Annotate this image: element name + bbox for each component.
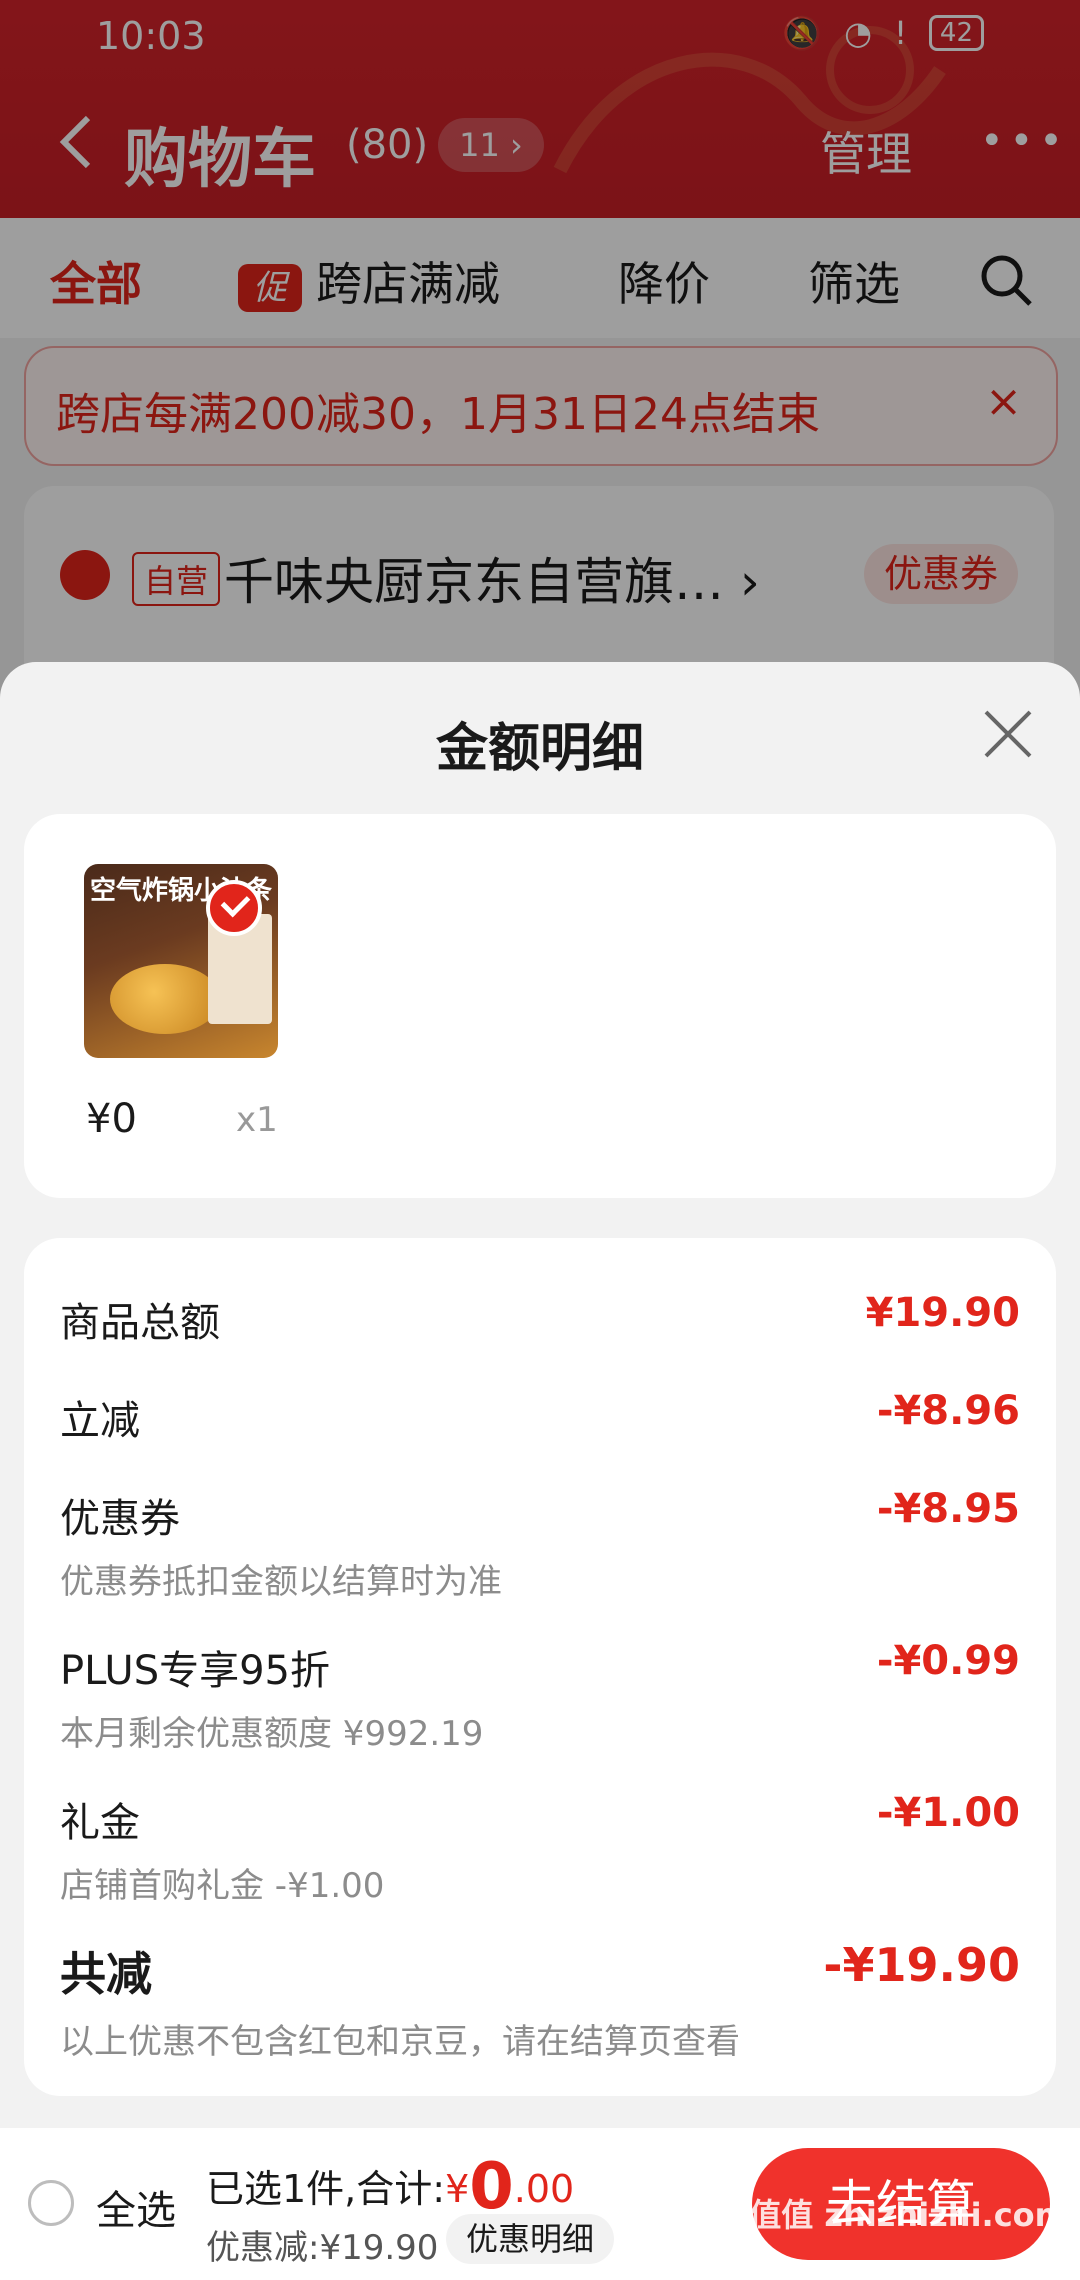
row-goods-total: 商品总额 ¥19.90: [60, 1290, 1020, 1346]
row-coupon: 优惠券 优惠券抵扣金额以结算时为准 -¥8.95: [60, 1486, 1020, 1602]
sheet-title: 金额明细: [435, 719, 644, 779]
discount-detail-button[interactable]: 优惠明细: [446, 2214, 615, 2264]
discount-summary: 优惠减:¥19.90: [206, 2228, 439, 2268]
amount-breakdown: 商品总额 ¥19.90 立减 -¥8.96 优惠券 优惠券抵扣金额以结算时为准 …: [24, 1238, 1056, 2096]
amount-detail-sheet: 金额明细 空气炸锅小油条 ¥0 x1 商品总额 ¥19.90 立减 -¥8.96…: [0, 662, 1080, 2280]
check-icon: [206, 880, 262, 936]
row-plus-discount: PLUS专享95折 本月剩余优惠额度 ¥992.19 -¥0.99: [60, 1638, 1020, 1754]
total-summary: 已选1件,合计:¥0.00: [206, 2150, 575, 2224]
row-instant-discount: 立减 -¥8.96: [60, 1388, 1020, 1444]
close-icon[interactable]: [980, 706, 1036, 762]
watermark: 值值值 zhizhizhi.com: [717, 2196, 1068, 2234]
row-total-discount: 共减 以上优惠不包含红包和京豆，请在结算页查看 -¥19.90: [60, 1938, 1020, 2062]
product-qty: x1: [236, 1100, 278, 1140]
product-price: ¥0: [86, 1096, 137, 1142]
food-image: [110, 964, 220, 1034]
product-image[interactable]: 空气炸锅小油条: [84, 864, 278, 1058]
select-all-checkbox[interactable]: [28, 2180, 74, 2226]
row-gift-money: 礼金 店铺首购礼金 -¥1.00 -¥1.00: [60, 1790, 1020, 1906]
product-card: 空气炸锅小油条 ¥0 x1: [24, 814, 1056, 1198]
select-all-label[interactable]: 全选: [96, 2178, 176, 2236]
